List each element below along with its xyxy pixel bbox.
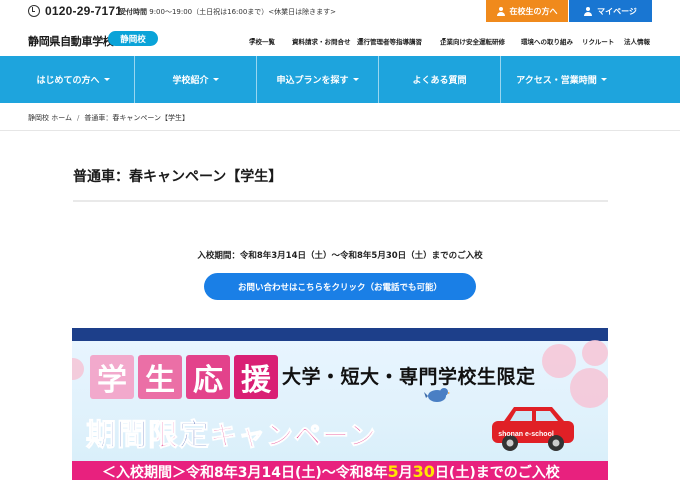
period-segment: (土) xyxy=(294,465,322,480)
campaign-word: キャンペーン xyxy=(210,421,377,453)
divider xyxy=(73,200,608,202)
period-segment: までのご入校 xyxy=(475,465,560,480)
chevron-down-icon xyxy=(600,78,607,81)
banner-tile: 生 xyxy=(138,355,182,399)
period-segment: 日 xyxy=(434,465,449,480)
subnav-item-corporate-training[interactable]: 企業向け安全運転研修 xyxy=(440,36,505,46)
nav-item-access[interactable]: アクセス・営業時間 xyxy=(500,56,622,103)
main-nav: はじめての方へ 学校紹介 申込プランを探す よくある質問 アクセス・営業時間 xyxy=(0,56,680,103)
nav-item-label: はじめての方へ xyxy=(36,76,100,86)
banner-tile: 応 xyxy=(186,355,230,399)
nav-item-label: アクセス・営業時間 xyxy=(516,76,597,86)
chevron-down-icon xyxy=(103,78,110,81)
subnav-item-label: 環境への取り組み xyxy=(521,38,573,46)
nav-item-about[interactable]: 学校紹介 xyxy=(134,56,256,103)
phone-icon xyxy=(28,5,40,17)
business-hours: 受付時間 9:00〜19:00（土日祝は16:00まで）<休業日は除きます> xyxy=(119,7,336,17)
nav-item-plans[interactable]: 申込プランを探す xyxy=(256,56,378,103)
period-segment: 〜令和8年 xyxy=(321,465,388,480)
mypage-button[interactable]: マイページ xyxy=(569,0,652,22)
student-button[interactable]: 在校生の方へ xyxy=(486,0,568,22)
car-icon: shonan e-school xyxy=(492,407,574,451)
person-icon xyxy=(584,6,593,16)
car-logo-text: shonan e-school xyxy=(498,431,554,438)
campaign-banner: 学 生 応 援 大学・短大・専門学校生限定 期間限定キャンペーン shonan … xyxy=(72,328,608,480)
subnav-item-label: 運行管理者等指導講習 xyxy=(357,38,422,46)
blossom-decoration xyxy=(570,368,608,408)
business-hours-text: 9:00〜19:00（土日祝は16:00まで）<休業日は除きます> xyxy=(149,8,337,16)
period-highlight: 30 xyxy=(412,462,435,480)
campaign-highlight: 限 xyxy=(148,418,179,454)
period-segment: 月 xyxy=(398,465,413,480)
banner-slogan: 大学・短大・専門学校生限定 xyxy=(282,366,536,388)
blossom-decoration xyxy=(542,344,576,378)
nav-item-label: 申込プランを探す xyxy=(276,76,349,86)
campaign-word: 定 xyxy=(179,418,210,454)
banner-tile: 学 xyxy=(90,355,134,399)
top-bar: 0120-29-7171 受付時間 9:00〜19:00（土日祝は16:00まで… xyxy=(0,0,680,24)
mypage-button-label: マイページ xyxy=(597,6,637,16)
period-segment: ＜入校期間＞令和8年3月14日 xyxy=(102,465,295,480)
nav-item-label: 学校紹介 xyxy=(172,76,209,86)
subnav-item-label: 学校一覧 xyxy=(249,38,275,46)
chevron-down-icon xyxy=(352,78,359,81)
site-logo[interactable]: 静岡県自動車学校 xyxy=(28,33,114,49)
subnav-item-label: 企業向け安全運転研修 xyxy=(440,38,505,46)
bird-icon xyxy=(424,388,450,402)
student-button-label: 在校生の方へ xyxy=(509,6,558,16)
phone-number: 0120-29-7171 xyxy=(45,4,123,18)
banner-period-text: ＜入校期間＞令和8年3月14日(土)〜令和8年5月30日(土)までのご入校 xyxy=(102,462,560,480)
subnav-item-schools[interactable]: 学校一覧 xyxy=(249,36,275,46)
phone-number-link[interactable]: 0120-29-7171 xyxy=(28,4,122,18)
breadcrumb-current: 普通車：春キャンペーン【学生】 xyxy=(84,114,190,122)
campaign-word: 期間 xyxy=(86,418,148,454)
banner-campaign-text: 期間限定キャンペーン xyxy=(86,410,377,454)
breadcrumb: 静岡校 ホーム / 普通車：春キャンペーン【学生】 xyxy=(28,113,189,123)
school-badge: 静岡校 xyxy=(108,31,158,46)
chevron-down-icon xyxy=(212,78,219,81)
subnav-item-label: リクルート xyxy=(582,38,615,46)
nav-item-label: よくある質問 xyxy=(412,76,467,86)
breadcrumb-separator: / xyxy=(77,114,80,122)
person-icon xyxy=(496,6,505,16)
subnav-item-label: 法人情報 xyxy=(624,38,650,46)
breadcrumb-home[interactable]: 静岡校 ホーム xyxy=(28,114,72,122)
banner-top-strip xyxy=(72,328,608,341)
subnav-item-manager-course[interactable]: 運行管理者等指導講習 xyxy=(357,36,422,46)
blossom-decoration xyxy=(582,340,608,366)
page-title: 普通車：春キャンペーン【学生】 xyxy=(73,169,283,185)
business-hours-label: 受付時間 xyxy=(119,8,147,16)
nav-item-faq[interactable]: よくある質問 xyxy=(378,56,500,103)
period-highlight: 5 xyxy=(387,462,399,480)
enrollment-period: 入校期間：令和8年3月14日（土）〜令和8年5月30日（土）までのご入校 xyxy=(197,251,483,261)
period-segment: (土) xyxy=(448,465,476,480)
banner-tile: 援 xyxy=(234,355,278,399)
divider xyxy=(0,130,680,131)
subnav-item-label: 資料請求・お問合せ xyxy=(292,38,351,46)
contact-button[interactable]: お問い合わせはこちらをクリック（お電話でも可能） xyxy=(204,273,476,300)
nav-item-first-time[interactable]: はじめての方へ xyxy=(12,56,134,103)
